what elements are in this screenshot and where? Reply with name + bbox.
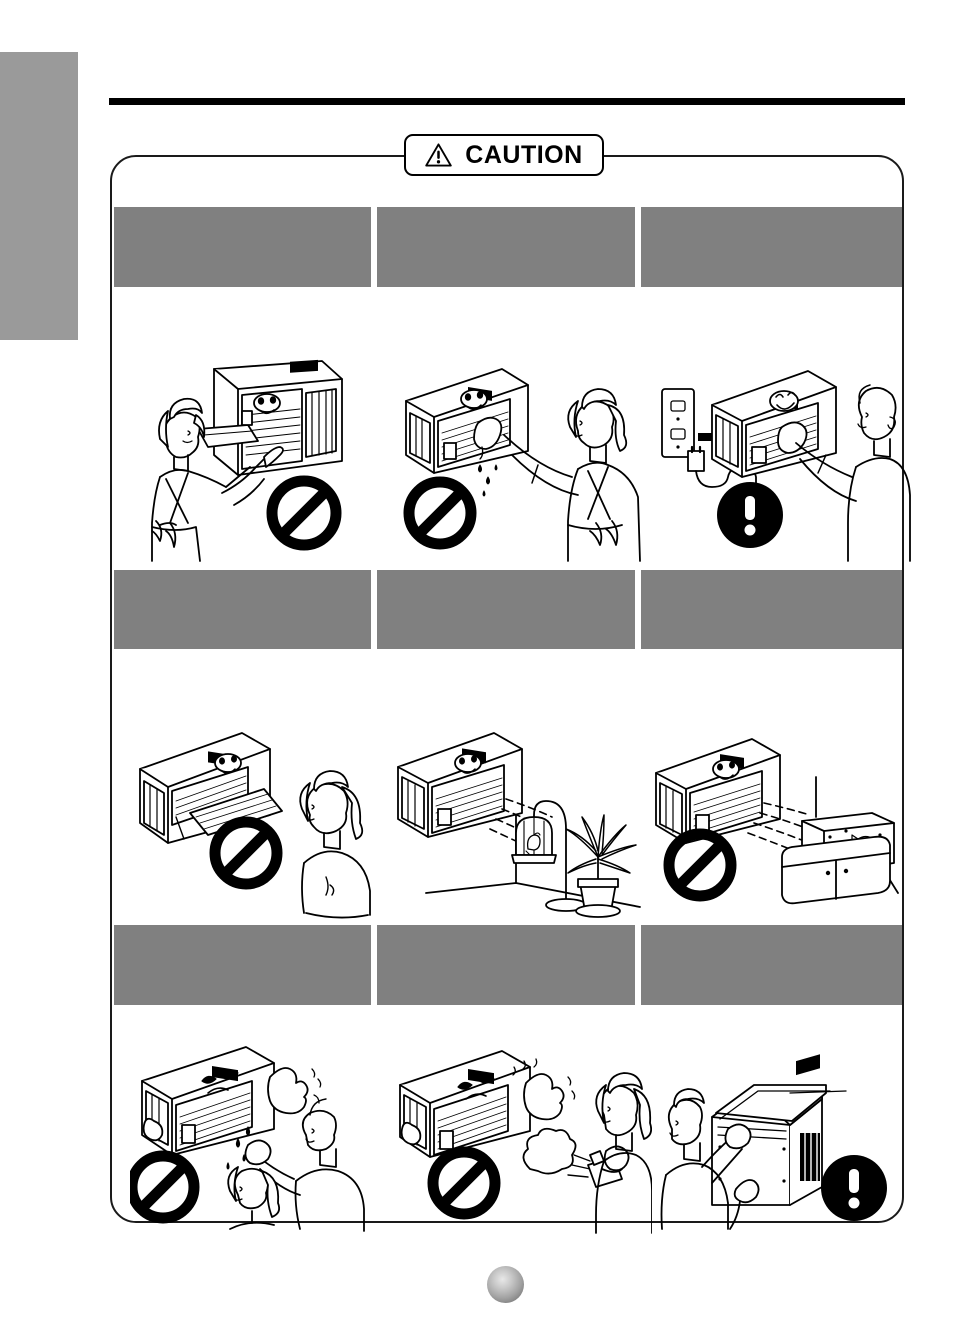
illustration-two-person-lift	[650, 1029, 912, 1234]
illustration-splash-water	[130, 1029, 390, 1234]
header-rule	[109, 98, 905, 105]
caution-label: CAUTION	[465, 140, 583, 169]
prohibition-icon	[130, 1150, 200, 1224]
caption-box	[377, 207, 635, 287]
prohibition-icon	[663, 828, 737, 902]
prohibition-icon	[427, 1146, 501, 1220]
mandatory-action-icon	[821, 1155, 887, 1221]
illustration-airflow-at-aquarium	[650, 717, 912, 922]
caution-banner: CAUTION	[404, 134, 604, 176]
illustration-spray-aerosol	[392, 1029, 652, 1234]
page-number-label	[487, 1266, 524, 1303]
page-number-bullet	[487, 1266, 524, 1303]
caption-box	[114, 207, 371, 287]
illustration-airflow-at-pets-plants	[390, 717, 652, 922]
illustration-hand-into-unit	[130, 355, 390, 565]
illustration-airflow-at-person	[130, 717, 390, 922]
safety-items-grid	[112, 157, 911, 1234]
prohibition-icon	[266, 475, 342, 551]
warning-triangle-icon	[425, 143, 453, 167]
prohibition-icon	[209, 816, 283, 890]
caption-box	[114, 570, 371, 649]
caption-box	[377, 570, 635, 649]
illustration-unplug-unit	[650, 355, 912, 565]
caption-box	[641, 570, 902, 649]
safety-notice-panel	[110, 155, 911, 1234]
caption-box	[377, 925, 635, 1005]
illustration-wet-hands	[392, 355, 652, 565]
prohibition-icon	[403, 476, 477, 550]
caption-box	[641, 207, 902, 287]
caption-box	[641, 925, 902, 1005]
mandatory-action-icon	[717, 482, 783, 548]
page-edge-tab	[0, 52, 78, 340]
caption-box	[114, 925, 371, 1005]
